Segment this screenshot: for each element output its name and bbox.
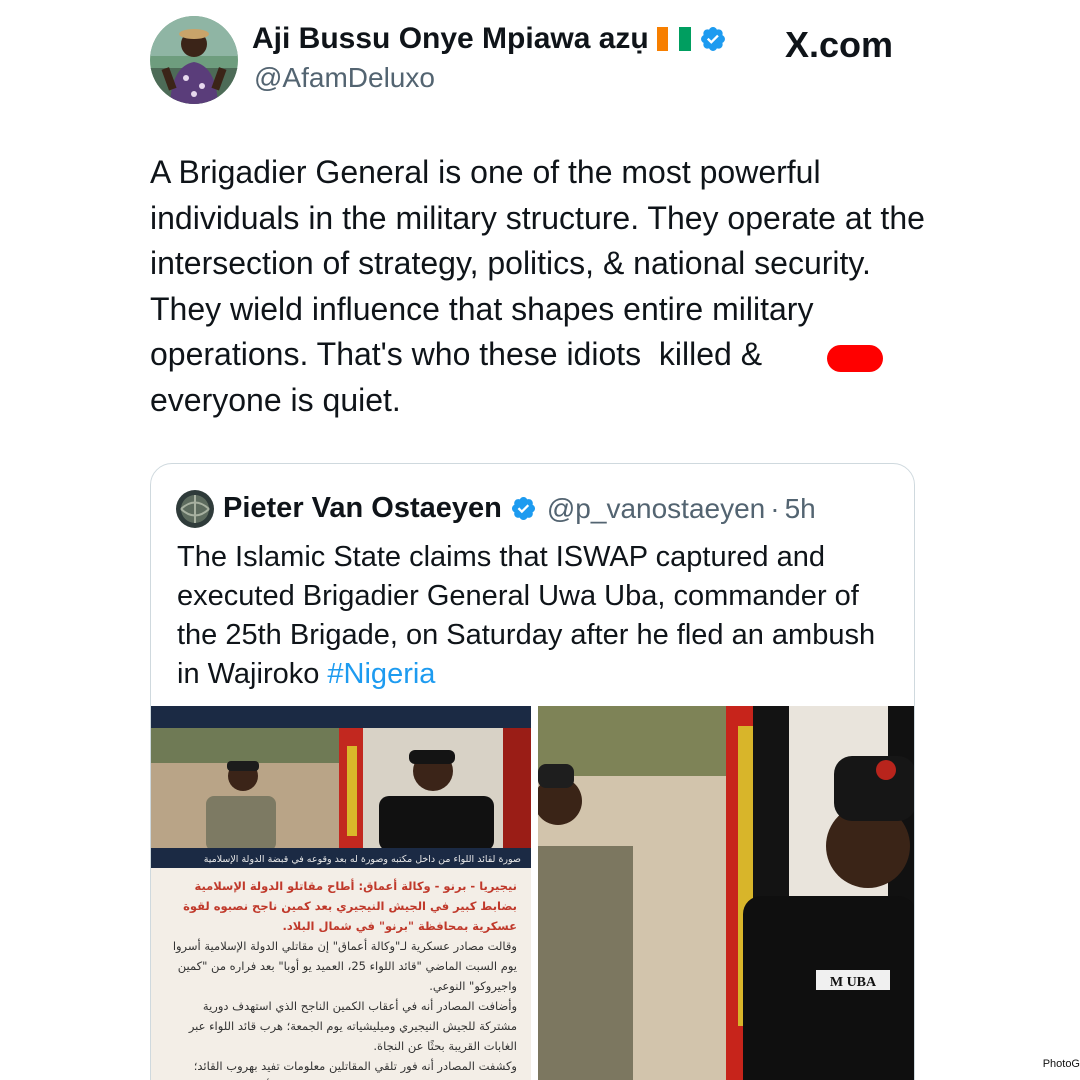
quoted-author-handle[interactable]: @p_vanostaeyen bbox=[547, 493, 765, 525]
verified-badge-icon bbox=[511, 496, 535, 521]
left-image-caption: صورة لقائد اللواء من داخل مكتبه وصورة له… bbox=[204, 854, 521, 865]
red-redaction-mark bbox=[827, 345, 883, 372]
quoted-tweet-header: Pieter Van Ostaeyen @p_vanostaeyen · 5h bbox=[223, 492, 816, 525]
tweet-text: A Brigadier General is one of the most p… bbox=[150, 154, 925, 418]
media-image-photo[interactable]: M UBA bbox=[538, 706, 914, 1080]
author-display-name[interactable]: Aji Bussu Onye Mpiawa azụ bbox=[252, 22, 727, 56]
x-com-logo: X.com bbox=[785, 24, 894, 65]
quoted-tweet-text: The Islamic State claims that ISWAP capt… bbox=[177, 538, 897, 694]
quoted-text-body: The Islamic State claims that ISWAP capt… bbox=[177, 541, 876, 690]
author-name-text[interactable]: Aji Bussu Onye Mpiawa azụ bbox=[252, 22, 649, 56]
article-paragraph: وقالت مصادر عسكرية لـ"وكالة أعماق" إن مق… bbox=[172, 939, 517, 993]
media-image-article[interactable]: صورة لقائد اللواء من داخل مكتبه وصورة له… bbox=[151, 706, 531, 1080]
article-paragraph: وكشفت المصادر أنه فور تلقي المقاتلين معل… bbox=[184, 1059, 517, 1080]
quoted-tweet-time[interactable]: 5h bbox=[785, 493, 816, 525]
arabic-article-text: نيجيريا - برنو - وكالة أعماق: أطاح مقاتل… bbox=[151, 868, 531, 1080]
article-paragraph: وأضافت المصادر أنه في أعقاب الكمين الناج… bbox=[188, 999, 517, 1053]
hashtag-link[interactable]: #Nigeria bbox=[327, 658, 435, 690]
author-avatar[interactable] bbox=[150, 16, 238, 104]
quoted-author-avatar[interactable] bbox=[176, 490, 214, 528]
uniform-name-tag: M UBA bbox=[830, 975, 877, 990]
quoted-tweet-card[interactable]: Pieter Van Ostaeyen @p_vanostaeyen · 5h … bbox=[150, 463, 915, 1080]
ivory-coast-flag-icon bbox=[656, 27, 691, 51]
flag-stripe-orange bbox=[656, 27, 669, 51]
author-handle[interactable]: @AfamDeluxo bbox=[254, 62, 435, 94]
flag-stripe-green bbox=[679, 27, 691, 51]
flag-stripe-white bbox=[668, 27, 680, 51]
meta-separator: · bbox=[770, 492, 780, 524]
verified-badge-icon bbox=[700, 27, 725, 51]
photogrid-watermark: PhotoG bbox=[1042, 1058, 1080, 1070]
quoted-author-name[interactable]: Pieter Van Ostaeyen bbox=[223, 492, 502, 525]
article-paragraph: نيجيريا - برنو - وكالة أعماق: أطاح مقاتل… bbox=[183, 879, 517, 933]
